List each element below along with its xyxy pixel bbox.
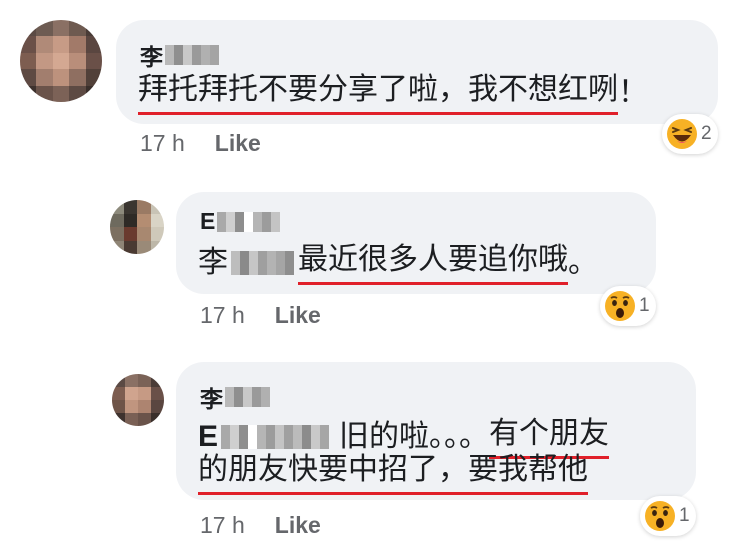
reply-avatar[interactable] <box>112 374 164 426</box>
underlined-text: 最近很多人要追你哦 <box>298 240 568 285</box>
reaction-count: 1 <box>679 505 690 526</box>
underlined-text: 的朋友快要中招了，要我帮他 <box>198 450 588 495</box>
reply-text-line-2: 的朋友快要中招了，要我帮他 <box>198 450 588 495</box>
blurred-name <box>225 387 270 407</box>
mention-tag[interactable]: 李 <box>198 243 298 283</box>
haha-emoji-icon <box>667 119 697 149</box>
underlined-text: 拜托拜托不要分享了啦，我不想红咧 <box>138 70 618 115</box>
comment-text: 拜托拜托不要分享了啦，我不想红咧 ！ <box>138 70 648 115</box>
blurred-mention <box>221 424 330 449</box>
reaction-badge[interactable]: 2 <box>662 114 718 154</box>
comment-meta: 17 h Like <box>140 130 261 157</box>
reaction-count: 2 <box>701 123 712 144</box>
reply-meta: 17 h Like <box>200 512 321 539</box>
wow-emoji-icon <box>645 501 675 531</box>
commenter-name[interactable]: 李 <box>140 38 219 72</box>
blurred-mention <box>231 250 294 275</box>
timestamp[interactable]: 17 h <box>200 302 245 329</box>
like-button[interactable]: Like <box>275 512 321 539</box>
blurred-name <box>217 211 281 232</box>
reply-text: 李 最近很多人要追你哦 。 <box>198 240 598 285</box>
reply-avatar[interactable] <box>110 200 164 254</box>
blurred-name <box>165 45 219 65</box>
wow-emoji-icon <box>605 291 635 321</box>
reaction-badge[interactable]: 1 <box>600 286 656 326</box>
replier-name[interactable]: 李 <box>200 380 270 414</box>
timestamp[interactable]: 17 h <box>200 512 245 539</box>
commenter-avatar[interactable] <box>20 20 102 102</box>
like-button[interactable]: Like <box>275 302 321 329</box>
timestamp[interactable]: 17 h <box>140 130 185 157</box>
replier-name[interactable]: E <box>200 208 281 235</box>
reaction-badge[interactable]: 1 <box>640 496 696 536</box>
like-button[interactable]: Like <box>215 130 261 157</box>
reply-meta: 17 h Like <box>200 302 321 329</box>
reaction-count: 1 <box>639 295 650 316</box>
